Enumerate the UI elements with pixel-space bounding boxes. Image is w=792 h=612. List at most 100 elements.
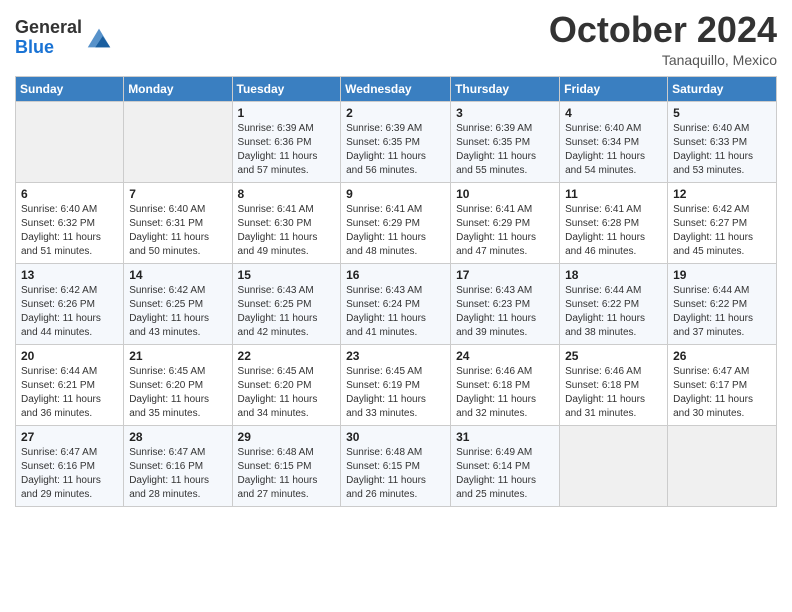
daylight: Daylight: 11 hours and 29 minutes.	[21, 475, 101, 500]
day-number: 11	[565, 187, 662, 201]
sunset: Sunset: 6:18 PM	[565, 380, 639, 391]
sunset: Sunset: 6:32 PM	[21, 218, 95, 229]
day-number: 31	[456, 430, 554, 444]
sunrise: Sunrise: 6:44 AM	[673, 285, 749, 296]
logo-general: General	[15, 17, 82, 37]
day-number: 13	[21, 268, 118, 282]
calendar-cell: 10 Sunrise: 6:41 AM Sunset: 6:29 PM Dayl…	[451, 182, 560, 263]
day-number: 9	[346, 187, 445, 201]
calendar-cell: 22 Sunrise: 6:45 AM Sunset: 6:20 PM Dayl…	[232, 344, 341, 425]
calendar-cell	[560, 425, 668, 506]
sunrise: Sunrise: 6:45 AM	[346, 366, 422, 377]
weekday-header-sunday: Sunday	[16, 76, 124, 101]
daylight: Daylight: 11 hours and 39 minutes.	[456, 313, 536, 338]
day-info: Sunrise: 6:40 AM Sunset: 6:32 PM Dayligh…	[21, 203, 118, 259]
day-info: Sunrise: 6:41 AM Sunset: 6:28 PM Dayligh…	[565, 203, 662, 259]
daylight: Daylight: 11 hours and 45 minutes.	[673, 232, 753, 257]
sunset: Sunset: 6:19 PM	[346, 380, 420, 391]
sunrise: Sunrise: 6:41 AM	[346, 204, 422, 215]
sunrise: Sunrise: 6:47 AM	[129, 447, 205, 458]
daylight: Daylight: 11 hours and 32 minutes.	[456, 394, 536, 419]
daylight: Daylight: 11 hours and 54 minutes.	[565, 151, 645, 176]
day-number: 30	[346, 430, 445, 444]
daylight: Daylight: 11 hours and 51 minutes.	[21, 232, 101, 257]
calendar-header-row: SundayMondayTuesdayWednesdayThursdayFrid…	[16, 76, 777, 101]
sunset: Sunset: 6:15 PM	[346, 461, 420, 472]
day-number: 19	[673, 268, 771, 282]
daylight: Daylight: 11 hours and 53 minutes.	[673, 151, 753, 176]
daylight: Daylight: 11 hours and 56 minutes.	[346, 151, 426, 176]
daylight: Daylight: 11 hours and 26 minutes.	[346, 475, 426, 500]
calendar-cell: 6 Sunrise: 6:40 AM Sunset: 6:32 PM Dayli…	[16, 182, 124, 263]
day-info: Sunrise: 6:42 AM Sunset: 6:26 PM Dayligh…	[21, 284, 118, 340]
sunrise: Sunrise: 6:39 AM	[456, 123, 532, 134]
sunset: Sunset: 6:22 PM	[565, 299, 639, 310]
weekday-header-saturday: Saturday	[668, 76, 777, 101]
sunrise: Sunrise: 6:47 AM	[673, 366, 749, 377]
day-number: 8	[238, 187, 336, 201]
day-number: 4	[565, 106, 662, 120]
day-info: Sunrise: 6:43 AM Sunset: 6:23 PM Dayligh…	[456, 284, 554, 340]
day-number: 21	[129, 349, 226, 363]
calendar-week-row: 27 Sunrise: 6:47 AM Sunset: 6:16 PM Dayl…	[16, 425, 777, 506]
weekday-header-monday: Monday	[124, 76, 232, 101]
daylight: Daylight: 11 hours and 46 minutes.	[565, 232, 645, 257]
day-info: Sunrise: 6:40 AM Sunset: 6:31 PM Dayligh…	[129, 203, 226, 259]
day-number: 16	[346, 268, 445, 282]
daylight: Daylight: 11 hours and 41 minutes.	[346, 313, 426, 338]
calendar-cell: 18 Sunrise: 6:44 AM Sunset: 6:22 PM Dayl…	[560, 263, 668, 344]
daylight: Daylight: 11 hours and 49 minutes.	[238, 232, 318, 257]
sunset: Sunset: 6:24 PM	[346, 299, 420, 310]
day-number: 15	[238, 268, 336, 282]
page: General Blue October 2024 Tanaquillo, Me…	[0, 0, 792, 612]
sunrise: Sunrise: 6:45 AM	[129, 366, 205, 377]
calendar-cell	[124, 101, 232, 182]
day-info: Sunrise: 6:48 AM Sunset: 6:15 PM Dayligh…	[238, 446, 336, 502]
day-info: Sunrise: 6:47 AM Sunset: 6:16 PM Dayligh…	[129, 446, 226, 502]
day-info: Sunrise: 6:40 AM Sunset: 6:33 PM Dayligh…	[673, 122, 771, 178]
sunrise: Sunrise: 6:39 AM	[238, 123, 314, 134]
day-info: Sunrise: 6:44 AM Sunset: 6:22 PM Dayligh…	[565, 284, 662, 340]
sunset: Sunset: 6:29 PM	[346, 218, 420, 229]
day-info: Sunrise: 6:39 AM Sunset: 6:35 PM Dayligh…	[456, 122, 554, 178]
sunset: Sunset: 6:22 PM	[673, 299, 747, 310]
daylight: Daylight: 11 hours and 57 minutes.	[238, 151, 318, 176]
sunset: Sunset: 6:25 PM	[238, 299, 312, 310]
day-info: Sunrise: 6:40 AM Sunset: 6:34 PM Dayligh…	[565, 122, 662, 178]
calendar-cell: 17 Sunrise: 6:43 AM Sunset: 6:23 PM Dayl…	[451, 263, 560, 344]
calendar-cell: 14 Sunrise: 6:42 AM Sunset: 6:25 PM Dayl…	[124, 263, 232, 344]
sunset: Sunset: 6:33 PM	[673, 137, 747, 148]
sunrise: Sunrise: 6:41 AM	[456, 204, 532, 215]
sunrise: Sunrise: 6:40 AM	[21, 204, 97, 215]
day-info: Sunrise: 6:43 AM Sunset: 6:25 PM Dayligh…	[238, 284, 336, 340]
day-number: 23	[346, 349, 445, 363]
day-number: 18	[565, 268, 662, 282]
daylight: Daylight: 11 hours and 55 minutes.	[456, 151, 536, 176]
title-block: October 2024 Tanaquillo, Mexico	[549, 10, 777, 68]
daylight: Daylight: 11 hours and 31 minutes.	[565, 394, 645, 419]
calendar-cell: 3 Sunrise: 6:39 AM Sunset: 6:35 PM Dayli…	[451, 101, 560, 182]
day-info: Sunrise: 6:49 AM Sunset: 6:14 PM Dayligh…	[456, 446, 554, 502]
calendar-cell: 16 Sunrise: 6:43 AM Sunset: 6:24 PM Dayl…	[341, 263, 451, 344]
day-number: 28	[129, 430, 226, 444]
sunset: Sunset: 6:21 PM	[21, 380, 95, 391]
header: General Blue October 2024 Tanaquillo, Me…	[15, 10, 777, 68]
logo-icon	[84, 23, 114, 53]
calendar-cell: 19 Sunrise: 6:44 AM Sunset: 6:22 PM Dayl…	[668, 263, 777, 344]
day-info: Sunrise: 6:39 AM Sunset: 6:35 PM Dayligh…	[346, 122, 445, 178]
day-number: 6	[21, 187, 118, 201]
calendar-cell: 21 Sunrise: 6:45 AM Sunset: 6:20 PM Dayl…	[124, 344, 232, 425]
day-number: 29	[238, 430, 336, 444]
sunrise: Sunrise: 6:42 AM	[673, 204, 749, 215]
day-info: Sunrise: 6:46 AM Sunset: 6:18 PM Dayligh…	[456, 365, 554, 421]
calendar-cell: 13 Sunrise: 6:42 AM Sunset: 6:26 PM Dayl…	[16, 263, 124, 344]
sunrise: Sunrise: 6:48 AM	[346, 447, 422, 458]
sunset: Sunset: 6:25 PM	[129, 299, 203, 310]
day-number: 17	[456, 268, 554, 282]
sunrise: Sunrise: 6:43 AM	[238, 285, 314, 296]
sunset: Sunset: 6:34 PM	[565, 137, 639, 148]
sunrise: Sunrise: 6:42 AM	[129, 285, 205, 296]
calendar-cell: 8 Sunrise: 6:41 AM Sunset: 6:30 PM Dayli…	[232, 182, 341, 263]
sunrise: Sunrise: 6:39 AM	[346, 123, 422, 134]
day-number: 1	[238, 106, 336, 120]
